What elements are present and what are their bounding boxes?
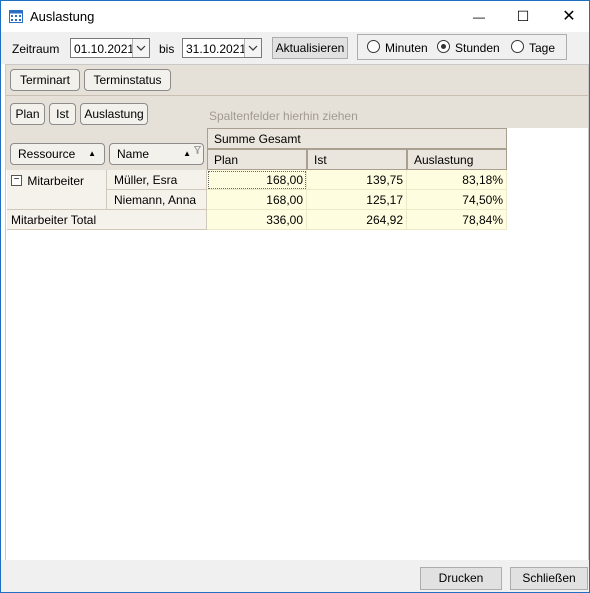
maximize-button[interactable]: ☐ [500, 1, 546, 32]
date-from-dropdown[interactable] [132, 39, 149, 57]
total-cell[interactable]: 78,84% [407, 210, 507, 230]
close-dialog-button[interactable]: Schließen [510, 567, 588, 590]
total-cell[interactable]: 336,00 [207, 210, 307, 230]
sort-asc-icon: ▲ [183, 149, 191, 158]
value-cell[interactable]: 83,18% [407, 170, 507, 190]
title-bar: Auslastung — ☐ ✕ [1, 1, 589, 32]
calendar-icon [9, 10, 23, 23]
row-group-mitarbeiter: − Mitarbeiter [7, 170, 107, 210]
window-title: Auslastung [30, 9, 95, 24]
maximize-icon: ☐ [516, 8, 530, 24]
print-button[interactable]: Drucken [420, 567, 502, 590]
value-cell[interactable]: 168,00 [207, 190, 307, 210]
date-to-picker[interactable]: 31.10.2021 [182, 38, 262, 58]
value-cell[interactable]: 125,17 [307, 190, 407, 210]
filter-icon[interactable] [194, 146, 201, 154]
sort-asc-icon: ▲ [88, 149, 96, 158]
row-field-ressource-label: Ressource [18, 147, 76, 161]
radio-stunden-label[interactable]: Stunden [455, 41, 500, 55]
data-field-plan[interactable]: Plan [10, 103, 45, 125]
row-header-total: Mitarbeiter Total [7, 210, 207, 230]
row-header-name[interactable]: Niemann, Anna [107, 190, 207, 210]
filter-area: Terminart Terminstatus [6, 65, 588, 96]
column-header-plan[interactable]: Plan [207, 149, 307, 170]
date-to-value: 31.10.2021 [186, 42, 247, 56]
window: Auslastung — ☐ ✕ Zeitraum 01.10.2021 bis… [0, 0, 590, 593]
unit-radio-group: Minuten Stunden Tage [357, 34, 567, 60]
column-header-ist[interactable]: Ist [307, 149, 407, 170]
radio-minuten[interactable] [367, 40, 380, 53]
total-cell[interactable]: 264,92 [307, 210, 407, 230]
footer: Drucken Schließen [1, 560, 589, 592]
row-header-name[interactable]: Müller, Esra [107, 170, 207, 190]
date-from-picker[interactable]: 01.10.2021 [70, 38, 150, 58]
chevron-down-icon [136, 45, 146, 51]
radio-tage-label[interactable]: Tage [529, 41, 555, 55]
data-field-area: Plan Ist Auslastung Spaltenfelder hierhi… [6, 96, 588, 128]
refresh-button[interactable]: Aktualisieren [272, 37, 348, 59]
chevron-down-icon [248, 45, 258, 51]
collapse-icon[interactable]: − [11, 175, 22, 187]
pivot-grid: Terminart Terminstatus Plan Ist Auslastu… [5, 64, 589, 561]
column-group-header: Summe Gesamt [207, 128, 507, 149]
row-field-name[interactable]: Name ▲ [109, 143, 204, 165]
row-field-area: Ressource ▲ Name ▲ [6, 128, 207, 170]
radio-minuten-label[interactable]: Minuten [385, 41, 428, 55]
data-field-auslastung[interactable]: Auslastung [80, 103, 148, 125]
value-cell[interactable]: 168,00 [207, 170, 307, 190]
row-field-name-label: Name [117, 147, 150, 161]
data-field-ist[interactable]: Ist [49, 103, 76, 125]
value-cell[interactable]: 74,50% [407, 190, 507, 210]
radio-stunden[interactable] [437, 40, 450, 53]
minimize-button[interactable]: — [456, 1, 502, 32]
zeitraum-label: Zeitraum [12, 42, 60, 56]
column-header-auslastung[interactable]: Auslastung [407, 149, 507, 170]
column-drop-hint: Spaltenfelder hierhin ziehen [209, 109, 358, 123]
filter-field-terminart[interactable]: Terminart [10, 69, 80, 91]
filter-field-terminstatus[interactable]: Terminstatus [84, 69, 171, 91]
radio-tage[interactable] [511, 40, 524, 53]
close-icon: ✕ [562, 8, 576, 25]
close-button[interactable]: ✕ [546, 1, 590, 32]
minimize-icon: — [473, 10, 485, 24]
bis-label: bis [159, 42, 175, 56]
date-to-dropdown[interactable] [244, 39, 261, 57]
row-group-label: Mitarbeiter [27, 173, 85, 188]
value-cell[interactable]: 139,75 [307, 170, 407, 190]
date-from-value: 01.10.2021 [74, 42, 135, 56]
row-field-ressource[interactable]: Ressource ▲ [10, 143, 105, 165]
